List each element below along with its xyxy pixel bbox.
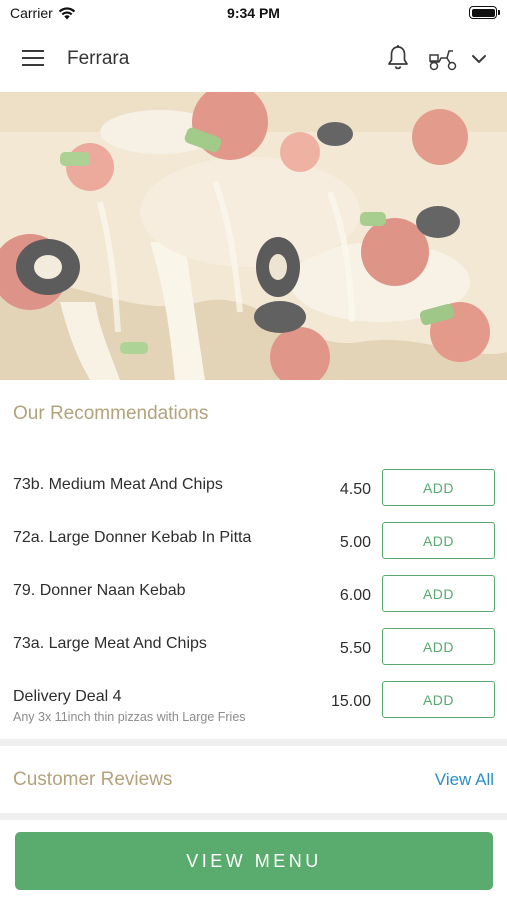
menu-item: 73a. Large Meat And Chips 5.50 ADD [0, 627, 507, 680]
add-button[interactable]: ADD [382, 469, 495, 506]
item-price: 15.00 [330, 693, 371, 710]
section-divider [0, 813, 507, 820]
view-all-link[interactable]: View All [435, 770, 494, 790]
restaurant-title: Ferrara [67, 48, 130, 69]
recommendations-title: Our Recommendations [13, 403, 209, 424]
item-price: 5.00 [339, 534, 371, 551]
menu-item: Delivery Deal 4 Any 3x 11inch thin pizza… [0, 680, 507, 733]
scooter-icon[interactable] [427, 48, 459, 72]
item-name: 79. Donner Naan Kebab [13, 582, 186, 599]
pizza-closeup-image [0, 92, 507, 380]
app-header: Ferrara [0, 26, 507, 92]
battery-icon [469, 6, 500, 19]
add-button[interactable]: ADD [382, 522, 495, 559]
add-button[interactable]: ADD [382, 628, 495, 665]
item-name: 73a. Large Meat And Chips [13, 635, 207, 652]
item-description: Any 3x 11inch thin pizzas with Large Fri… [13, 710, 246, 724]
item-name: Delivery Deal 4 [13, 688, 122, 705]
clock: 9:34 PM [227, 5, 280, 21]
menu-icon[interactable] [22, 50, 46, 68]
bell-icon[interactable] [385, 44, 411, 72]
chevron-down-icon[interactable] [469, 50, 489, 68]
view-menu-button[interactable]: VIEW MENU [15, 832, 493, 890]
item-price: 5.50 [339, 640, 371, 657]
item-price: 4.50 [339, 481, 371, 498]
status-bar: Carrier 9:34 PM [0, 0, 507, 26]
item-name: 73b. Medium Meat And Chips [13, 476, 223, 493]
section-divider [0, 739, 507, 746]
item-name: 72a. Large Donner Kebab In Pitta [13, 529, 252, 546]
add-button[interactable]: ADD [382, 681, 495, 718]
menu-item: 73b. Medium Meat And Chips 4.50 ADD [0, 468, 507, 521]
add-button[interactable]: ADD [382, 575, 495, 612]
menu-item: 79. Donner Naan Kebab 6.00 ADD [0, 574, 507, 627]
item-price: 6.00 [339, 587, 371, 604]
menu-item: 72a. Large Donner Kebab In Pitta 5.00 AD… [0, 521, 507, 574]
reviews-title: Customer Reviews [13, 769, 173, 790]
